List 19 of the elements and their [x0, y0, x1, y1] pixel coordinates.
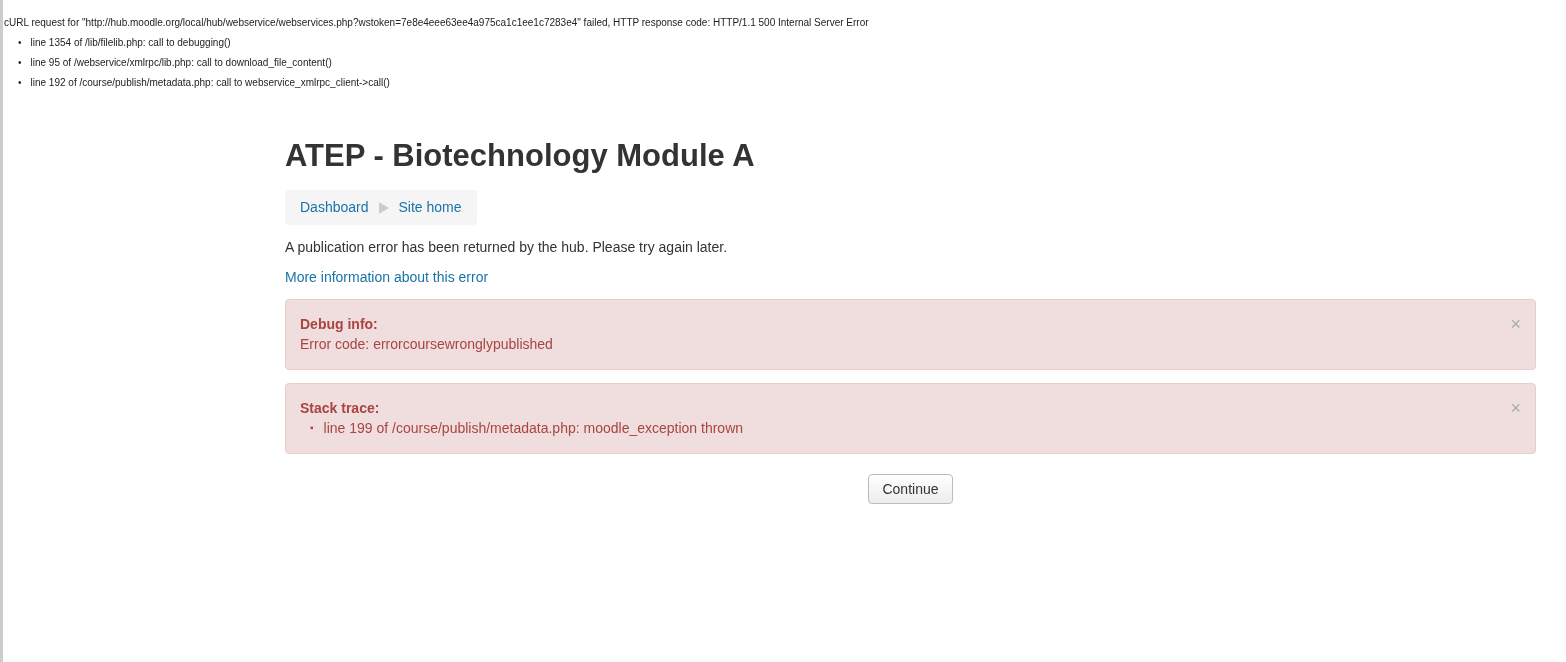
page-title: ATEP - Biotechnology Module A — [285, 137, 756, 175]
trace-line: line 1354 of /lib/filelib.php: call to debugging() — [30, 36, 231, 50]
alert-line: line 199 of /course/publish/metadata.php: moodle_exception thrown — [323, 419, 744, 438]
breadcrumb-link[interactable]: Dashboard — [300, 199, 369, 216]
alert-heading: Stack trace: — [300, 399, 380, 418]
bullet: • — [18, 36, 22, 50]
alert-heading: Debug info: — [300, 315, 378, 334]
bullet: • — [18, 76, 22, 90]
debug-message: cURL request for "http://hub.moodle.org/local/hub/webservice/webservices.php?wstoken=7e8e4eee63ee4a975ca1c1ee1c7283e4" failed, HTTP response code: HTTP/1.1 500 Internal Server Error — [4, 16, 870, 30]
more-info-link[interactable]: More information about this error — [285, 269, 489, 286]
continue-button[interactable]: Continue — [868, 474, 953, 504]
breadcrumb-link[interactable]: Site home — [398, 199, 462, 216]
separator-icon — [378, 201, 389, 214]
alert-line: Error code: errorcoursewronglypublished — [300, 335, 553, 354]
trace-line: line 192 of /course/publish/metadata.php: call to webservice_xmlrpc_client->call() — [30, 76, 390, 90]
bullet: ▪ — [310, 421, 314, 435]
trace-line: line 95 of /webservice/xmlrpc/lib.php: call to download_file_content() — [30, 56, 332, 70]
bullet: • — [18, 56, 22, 70]
error-message: A publication error has been returned by the hub. Please try again later. — [285, 239, 729, 256]
